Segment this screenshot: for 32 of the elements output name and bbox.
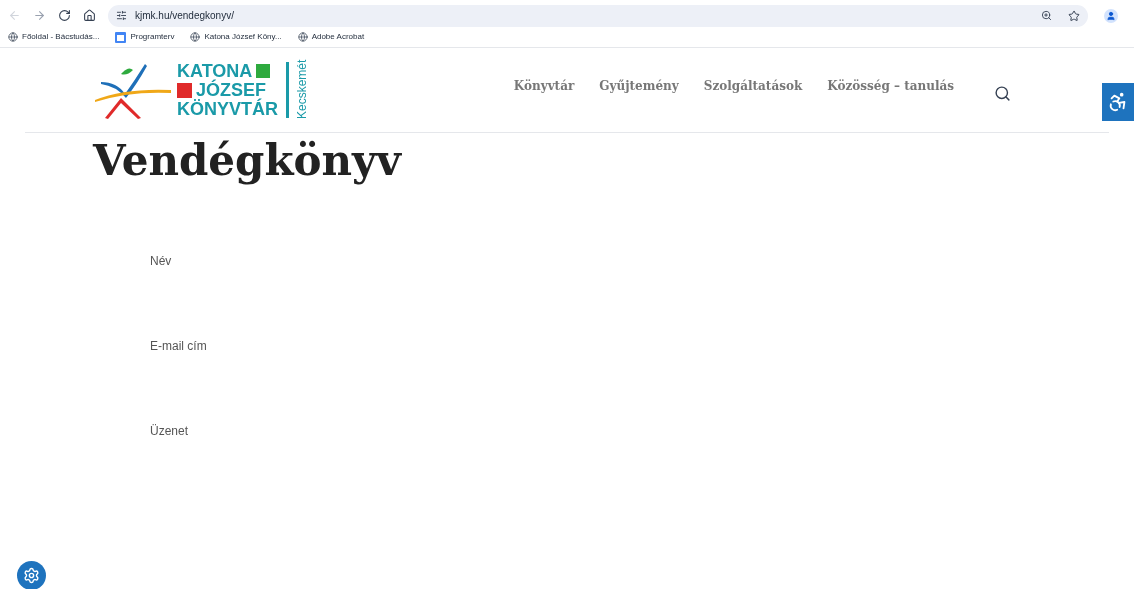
home-icon[interactable] <box>83 9 96 22</box>
bookmark-star-icon[interactable] <box>1068 9 1080 22</box>
page-title: Vendégkönyv <box>93 135 403 187</box>
search-icon[interactable] <box>994 84 1011 102</box>
field-label: E-mail cím <box>150 338 208 355</box>
logo-text: KÖNYVTÁR <box>177 99 278 119</box>
address-bar[interactable]: kjmk.hu/vendegkonyv/ <box>108 4 1088 27</box>
logo-square <box>177 82 192 98</box>
zoom-icon[interactable] <box>1041 10 1052 21</box>
globe-icon <box>8 32 18 42</box>
forward-icon[interactable] <box>33 9 46 22</box>
reload-icon[interactable] <box>58 9 71 22</box>
settings-icon <box>23 567 40 584</box>
field-label: Név <box>150 253 173 270</box>
bookmark[interactable]: Adobe Acrobat <box>297 31 365 43</box>
accessibility-button[interactable] <box>1102 83 1134 121</box>
bookmark[interactable]: Főoldal - Bácstudás... <box>8 31 100 43</box>
nav-link[interactable]: Könyvtár <box>513 77 575 95</box>
nav-link[interactable]: Szolgáltatások <box>703 77 803 95</box>
profile-icon[interactable] <box>1104 8 1118 23</box>
url-text: kjmk.hu/vendegkonyv/ <box>135 9 234 23</box>
bookmark[interactable]: Programterv <box>115 31 175 43</box>
bookmark[interactable]: Katona József Köny... <box>190 31 282 43</box>
field-label: Üzenet <box>150 423 190 440</box>
logo-square <box>256 64 271 78</box>
settings-button[interactable] <box>17 561 46 589</box>
logo-city-text: Kecskemét <box>294 61 310 119</box>
nav-link[interactable]: Közösség – tanulás <box>827 77 954 95</box>
nav-link[interactable]: Gyűjtemény <box>599 77 679 95</box>
site-settings-icon[interactable] <box>116 10 127 21</box>
globe-icon <box>297 32 308 42</box>
globe-icon <box>190 32 201 42</box>
